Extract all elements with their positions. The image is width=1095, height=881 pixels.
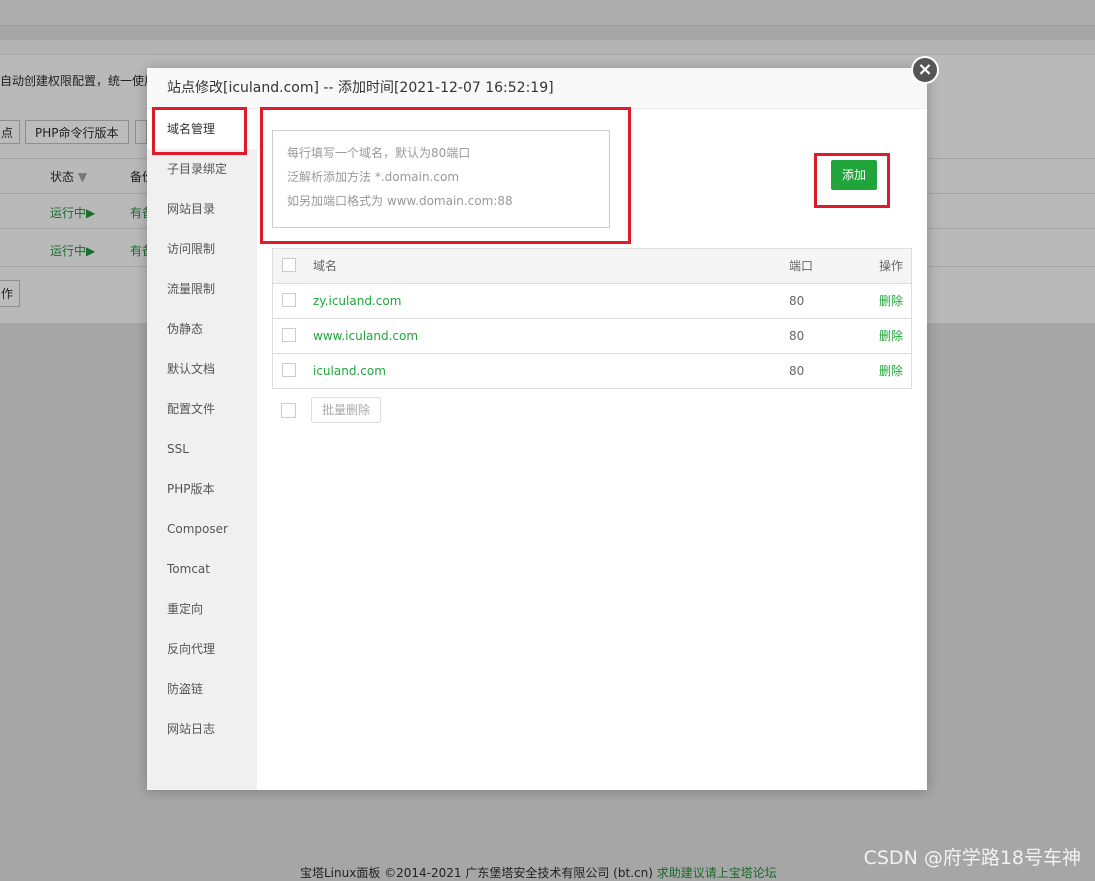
domain-textarea-placeholder: 泛解析添加方法 *.domain.com bbox=[287, 170, 460, 184]
domain-table: 域名 端口 操作 zy.iculand.com 80 删除 www.iculan… bbox=[272, 248, 912, 389]
domain-textarea[interactable]: 每行填写一个域名，默认为80端口 泛解析添加方法 *.domain.com 如另… bbox=[272, 130, 610, 228]
table-row: www.iculand.com 80 删除 bbox=[273, 319, 911, 354]
port-value: 80 bbox=[789, 364, 805, 378]
sidebar-item-site-log[interactable]: 网站日志 bbox=[147, 709, 257, 749]
table-row: zy.iculand.com 80 删除 bbox=[273, 284, 911, 319]
sidebar-item-tomcat[interactable]: Tomcat bbox=[147, 549, 257, 589]
sidebar-item-ssl[interactable]: SSL bbox=[147, 429, 257, 469]
table-row: iculand.com 80 删除 bbox=[273, 354, 911, 389]
modal-sidebar: 域名管理 子目录绑定 网站目录 访问限制 流量限制 伪静态 默认文档 配置文件 … bbox=[147, 109, 257, 790]
background-status-running: 运行中▶ bbox=[50, 206, 96, 220]
background-topbar bbox=[0, 0, 1095, 26]
sidebar-item-rewrite[interactable]: 伪静态 bbox=[147, 309, 257, 349]
background-strip bbox=[0, 40, 1095, 54]
port-value: 80 bbox=[789, 329, 805, 343]
sidebar-item-redirect[interactable]: 重定向 bbox=[147, 589, 257, 629]
batch-delete-button[interactable]: 批量删除 bbox=[311, 397, 381, 423]
sidebar-item-default-document[interactable]: 默认文档 bbox=[147, 349, 257, 389]
background-button-more bbox=[135, 120, 147, 144]
delete-link[interactable]: 删除 bbox=[879, 284, 903, 318]
header-domain: 域名 bbox=[313, 259, 338, 273]
background-notice: 自动创建权限配置，统一使用 bbox=[0, 74, 157, 88]
background-button-php-cli: PHP命令行版本 bbox=[25, 120, 129, 144]
batch-select-checkbox[interactable] bbox=[281, 403, 296, 418]
domain-textarea-placeholder: 如另加端口格式为 www.domain.com:88 bbox=[287, 194, 513, 208]
header-port: 端口 bbox=[789, 259, 814, 273]
sidebar-item-hotlink-protection[interactable]: 防盗链 bbox=[147, 669, 257, 709]
sidebar-item-site-directory[interactable]: 网站目录 bbox=[147, 189, 257, 229]
sidebar-item-php-version[interactable]: PHP版本 bbox=[147, 469, 257, 509]
sidebar-item-config-file[interactable]: 配置文件 bbox=[147, 389, 257, 429]
modal-title: 站点修改[iculand.com] -- 添加时间[2021-12-07 16:… bbox=[147, 68, 927, 109]
sidebar-item-composer[interactable]: Composer bbox=[147, 509, 257, 549]
sidebar-item-subdirectory-binding[interactable]: 子目录绑定 bbox=[147, 149, 257, 189]
watermark: CSDN @府学路18号车神 bbox=[863, 847, 1081, 869]
delete-link[interactable]: 删除 bbox=[879, 354, 903, 388]
sidebar-item-domain-management[interactable]: 域名管理 bbox=[147, 109, 257, 149]
domain-link[interactable]: iculand.com bbox=[313, 354, 386, 388]
site-edit-modal: 站点修改[iculand.com] -- 添加时间[2021-12-07 16:… bbox=[147, 68, 927, 790]
domain-textarea-placeholder: 每行填写一个域名，默认为80端口 bbox=[287, 146, 471, 160]
delete-link[interactable]: 删除 bbox=[879, 319, 903, 353]
background-status-running: 运行中▶ bbox=[50, 244, 96, 258]
row-checkbox[interactable] bbox=[282, 328, 296, 342]
background-batch-button: 作 bbox=[0, 280, 20, 307]
select-all-checkbox[interactable] bbox=[282, 258, 296, 272]
sidebar-item-traffic-limit[interactable]: 流量限制 bbox=[147, 269, 257, 309]
table-header-row: 域名 端口 操作 bbox=[273, 249, 911, 284]
header-operation: 操作 bbox=[879, 259, 904, 273]
background-head-status: 状态 ▼ bbox=[50, 170, 88, 184]
background-button-site: 点 bbox=[0, 120, 20, 144]
add-domain-button[interactable]: 添加 bbox=[831, 160, 877, 190]
row-checkbox[interactable] bbox=[282, 363, 296, 377]
port-value: 80 bbox=[789, 294, 805, 308]
sidebar-item-access-restriction[interactable]: 访问限制 bbox=[147, 229, 257, 269]
row-checkbox[interactable] bbox=[282, 293, 296, 307]
sidebar-item-reverse-proxy[interactable]: 反向代理 bbox=[147, 629, 257, 669]
close-icon[interactable]: × bbox=[911, 56, 939, 84]
domain-link[interactable]: zy.iculand.com bbox=[313, 284, 401, 318]
background-copyright: 宝塔Linux面板 ©2014-2021 广东堡塔安全技术有限公司 (bt.cn… bbox=[300, 866, 777, 880]
domain-link[interactable]: www.iculand.com bbox=[313, 319, 418, 353]
modal-content: 每行填写一个域名，默认为80端口 泛解析添加方法 *.domain.com 如另… bbox=[257, 109, 927, 790]
